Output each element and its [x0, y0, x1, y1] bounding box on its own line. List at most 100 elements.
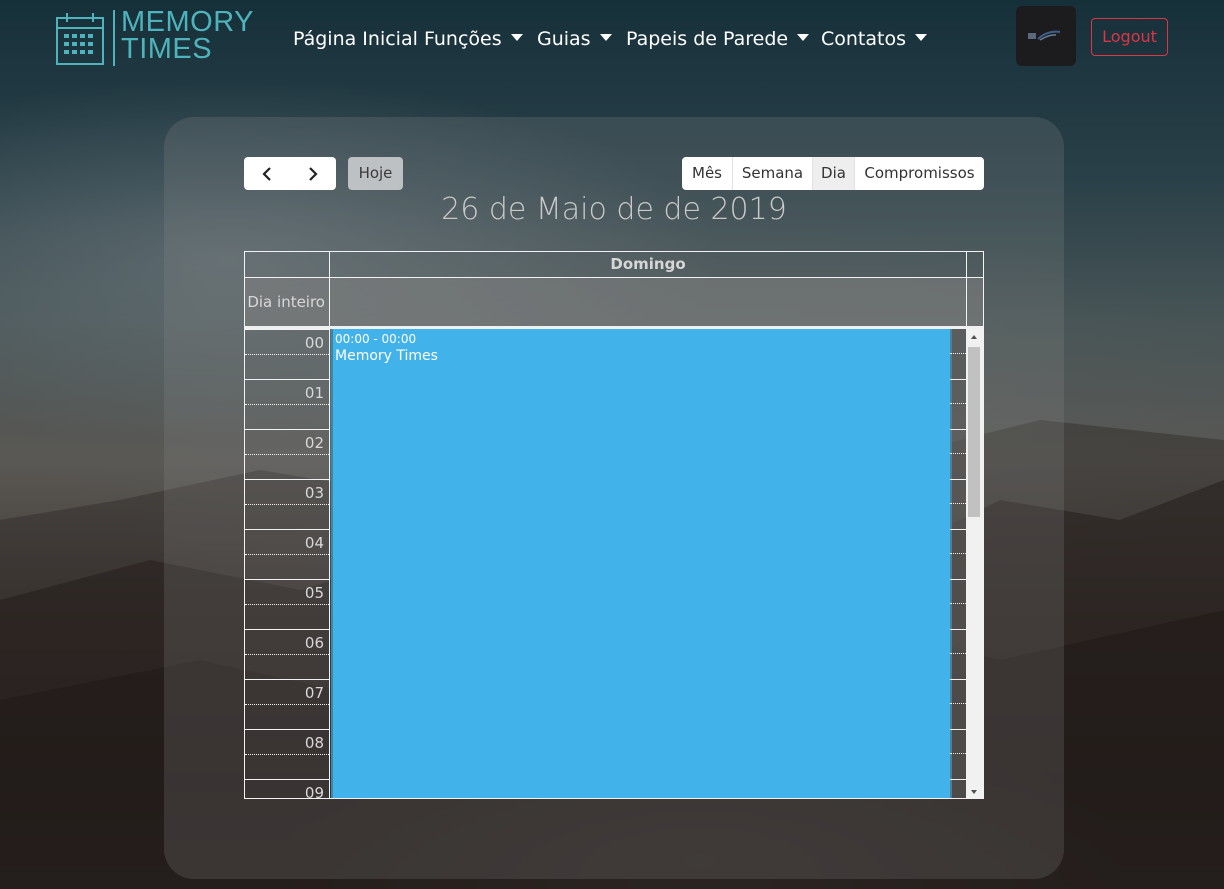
- view-switcher: Mês Semana Dia Compromissos: [682, 157, 984, 190]
- brand-name: MEMORY TIMES: [121, 6, 254, 65]
- logout-button[interactable]: Logout: [1091, 18, 1168, 56]
- calendar-title: 26 de Maio de de 2019: [441, 192, 787, 227]
- event-time: 00:00 - 00:00: [335, 332, 417, 346]
- hour-slot[interactable]: 03: [245, 479, 329, 529]
- half-hour-line: [245, 654, 329, 655]
- event-title: Memory Times: [335, 348, 438, 364]
- calendar-icon: [56, 13, 104, 65]
- half-hour-line: [950, 603, 966, 604]
- caret-down-icon: [599, 34, 612, 41]
- hour-label: 04: [304, 534, 324, 552]
- half-hour-line: [245, 754, 329, 755]
- hour-label: 06: [304, 634, 324, 652]
- caret-down-icon: [797, 34, 810, 41]
- half-hour-line: [950, 503, 966, 504]
- half-hour-line: [950, 753, 966, 754]
- half-hour-line: [950, 703, 966, 704]
- caret-down-icon: [915, 34, 927, 41]
- hour-slot[interactable]: 00: [245, 329, 329, 379]
- view-week-button[interactable]: Semana: [732, 157, 812, 190]
- hour-slot[interactable]: 07: [245, 679, 329, 729]
- hour-label: 05: [304, 584, 324, 602]
- divider: [966, 252, 967, 277]
- half-hour-line: [950, 403, 966, 404]
- hour-slot[interactable]: 01: [245, 379, 329, 429]
- hour-line: [950, 629, 966, 630]
- chevron-left-icon: [262, 167, 271, 181]
- hour-label: 09: [304, 784, 324, 799]
- scroll-down-button[interactable]: [966, 783, 983, 798]
- nav-label: Papeis de Parede: [626, 28, 789, 50]
- next-button[interactable]: [290, 157, 336, 190]
- half-hour-line: [245, 504, 329, 505]
- hour-line: [950, 729, 966, 730]
- arrow-down-icon: [971, 790, 977, 794]
- view-month-button[interactable]: Mês: [682, 157, 732, 190]
- scroll-up-button[interactable]: [966, 329, 983, 346]
- hour-label: 03: [304, 484, 324, 502]
- hour-slot[interactable]: 09: [245, 779, 329, 799]
- nav-contatos[interactable]: Contatos: [821, 26, 927, 52]
- hour-slot[interactable]: 02: [245, 429, 329, 479]
- hour-column: 00 01 02 03 04 05 06 07 08 09: [245, 329, 329, 799]
- divider: [329, 278, 330, 326]
- prev-button[interactable]: [244, 157, 290, 190]
- nav-label: Funções: [424, 28, 502, 50]
- all-day-label: Dia inteiro: [247, 293, 325, 311]
- date-nav-group: [244, 157, 336, 190]
- half-hour-line: [245, 704, 329, 705]
- brand-line-2: TIMES: [121, 33, 213, 65]
- view-agenda-button[interactable]: Compromissos: [854, 157, 984, 190]
- brand-logo[interactable]: MEMORY TIMES: [55, 6, 260, 68]
- all-day-row[interactable]: Dia inteiro: [245, 278, 983, 329]
- hour-slot[interactable]: 08: [245, 729, 329, 779]
- hour-label: 01: [304, 384, 324, 402]
- vertical-scrollbar[interactable]: [966, 329, 983, 798]
- half-hour-line: [245, 554, 329, 555]
- calendar-header: Domingo: [245, 252, 983, 278]
- nav-funcoes[interactable]: Funções: [424, 26, 523, 52]
- user-avatar-logo: [1028, 30, 1061, 41]
- nav-label: Página Inicial: [293, 28, 418, 50]
- arrow-up-icon: [971, 335, 977, 339]
- hour-line: [950, 429, 966, 430]
- hour-line: [950, 579, 966, 580]
- hour-line: [950, 679, 966, 680]
- navbar: MEMORY TIMES Página Inicial Funções Guia…: [0, 0, 1224, 78]
- day-header: Domingo: [610, 255, 686, 273]
- nav-papeis-de-parede[interactable]: Papeis de Parede: [626, 26, 810, 52]
- chevron-right-icon: [309, 167, 318, 181]
- half-hour-line: [950, 453, 966, 454]
- scroll-thumb[interactable]: [968, 347, 980, 517]
- user-avatar[interactable]: [1016, 6, 1076, 66]
- time-grid: 00 01 02 03 04 05 06 07 08 09 00:00 - 00…: [245, 329, 983, 799]
- hour-slot[interactable]: 05: [245, 579, 329, 629]
- brand-line-1: MEMORY: [121, 6, 254, 38]
- calendar-event[interactable]: 00:00 - 00:00 Memory Times: [331, 329, 952, 798]
- day-calendar: Domingo Dia inteiro 00 01 02 03 04 05 06…: [244, 251, 984, 799]
- hour-line: [950, 379, 966, 380]
- caret-down-icon: [510, 34, 523, 41]
- nav-guias[interactable]: Guias: [537, 26, 612, 52]
- half-hour-line: [950, 353, 966, 354]
- nav-pagina-inicial[interactable]: Página Inicial: [293, 26, 418, 52]
- hour-label: 02: [304, 434, 324, 452]
- half-hour-line: [245, 454, 329, 455]
- divider: [329, 329, 330, 798]
- hour-line: [950, 779, 966, 780]
- hour-slot[interactable]: 06: [245, 629, 329, 679]
- hour-line: [950, 529, 966, 530]
- hour-label: 07: [304, 684, 324, 702]
- nav-label: Guias: [537, 28, 591, 50]
- brand-divider: [113, 10, 115, 66]
- day-column-gutter: [950, 329, 966, 798]
- view-day-button[interactable]: Dia: [812, 157, 854, 190]
- half-hour-line: [245, 604, 329, 605]
- nav-label: Contatos: [821, 28, 906, 50]
- hour-label: 08: [304, 734, 324, 752]
- hour-line: [950, 479, 966, 480]
- half-hour-line: [950, 653, 966, 654]
- hour-slot[interactable]: 04: [245, 529, 329, 579]
- today-button[interactable]: Hoje: [348, 157, 403, 190]
- half-hour-line: [245, 354, 329, 355]
